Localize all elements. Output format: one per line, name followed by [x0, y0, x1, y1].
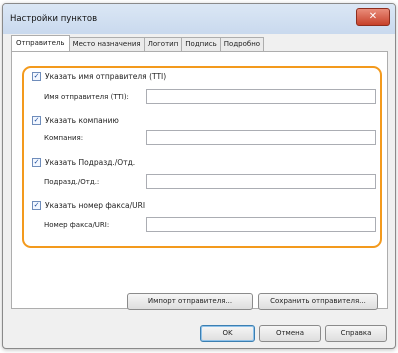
- tab-logo[interactable]: Логотип: [143, 37, 183, 51]
- sender-name-checkbox[interactable]: ✓: [32, 72, 41, 81]
- tab-destination[interactable]: Место назначения: [68, 37, 145, 51]
- company-checkbox-row[interactable]: ✓ Указать компанию: [32, 116, 119, 125]
- company-field-label: Компания:: [44, 134, 84, 142]
- title-bar: Настройки пунктов ✕: [3, 4, 395, 34]
- company-checkbox-label: Указать компанию: [45, 116, 119, 125]
- close-icon: ✕: [368, 11, 378, 22]
- department-checkbox[interactable]: ✓: [32, 158, 41, 167]
- tab-strip: Отправитель Место назначения Логотип Под…: [11, 35, 265, 51]
- department-input[interactable]: [146, 174, 376, 189]
- close-button[interactable]: ✕: [356, 8, 390, 26]
- sender-name-checkbox-label: Указать имя отправителя (TTI): [45, 72, 167, 81]
- ok-button[interactable]: OK: [200, 325, 255, 342]
- tab-sender[interactable]: Отправитель: [11, 35, 70, 51]
- tab-details[interactable]: Подробно: [219, 37, 265, 51]
- company-input[interactable]: [146, 130, 376, 145]
- save-sender-button[interactable]: Сохранить отправителя...: [258, 293, 378, 310]
- fax-input[interactable]: [146, 217, 376, 232]
- help-button[interactable]: Справка: [325, 325, 387, 342]
- fax-checkbox-label: Указать номер факса/URI: [45, 201, 146, 210]
- sender-name-input[interactable]: [146, 89, 376, 104]
- department-checkbox-row[interactable]: ✓ Указать Подразд./Отд.: [32, 158, 135, 167]
- department-field-label: Подразд./Отд.:: [44, 178, 100, 186]
- company-checkbox[interactable]: ✓: [32, 116, 41, 125]
- fax-field-label: Номер факса/URI:: [44, 221, 110, 229]
- fax-checkbox[interactable]: ✓: [32, 201, 41, 210]
- cancel-button[interactable]: Отмена: [259, 325, 321, 342]
- sender-name-field-label: Имя отправителя (TTI):: [44, 93, 129, 101]
- fax-checkbox-row[interactable]: ✓ Указать номер факса/URI: [32, 201, 145, 210]
- sender-name-checkbox-row[interactable]: ✓ Указать имя отправителя (TTI): [32, 72, 166, 81]
- sender-panel: ✓ Указать имя отправителя (TTI) Имя отпр…: [11, 51, 388, 310]
- tab-signature[interactable]: Подпись: [181, 37, 221, 51]
- dialog-title: Настройки пунктов: [10, 14, 98, 24]
- import-sender-button[interactable]: Импорт отправителя...: [127, 293, 253, 310]
- department-checkbox-label: Указать Подразд./Отд.: [45, 158, 136, 167]
- item-settings-dialog: Настройки пунктов ✕ Отправитель Место на…: [2, 3, 396, 349]
